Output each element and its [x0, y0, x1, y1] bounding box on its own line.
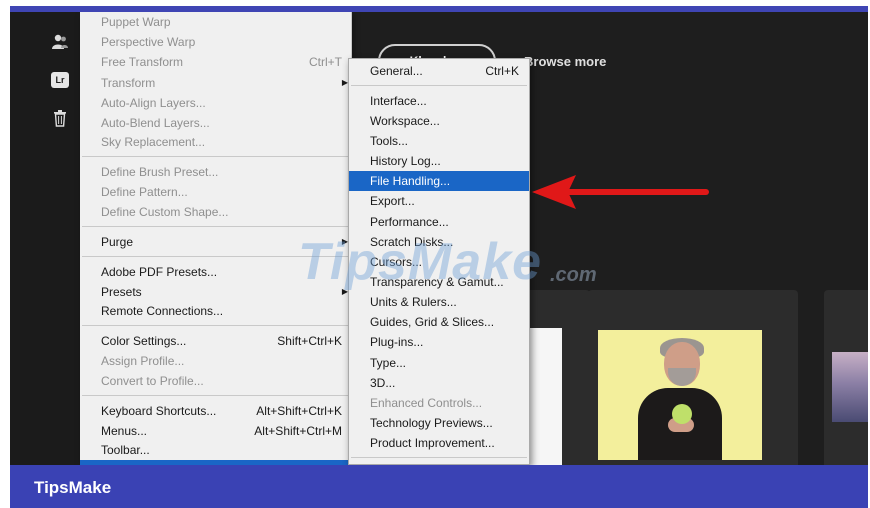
- submenu-item-transparency-gamut[interactable]: Transparency & Gamut...: [349, 272, 529, 292]
- submenu-item-enhanced-controls[interactable]: Enhanced Controls...: [349, 393, 529, 413]
- submenu-item-units-rulers[interactable]: Units & Rulers...: [349, 292, 529, 312]
- submenu-item-workspace[interactable]: Workspace...: [349, 111, 529, 131]
- submenu-item-3d[interactable]: 3D...: [349, 373, 529, 393]
- submenu-item-guides-grid-slices[interactable]: Guides, Grid & Slices...: [349, 312, 529, 332]
- menu-item-menus[interactable]: Menus... Alt+Shift+Ctrl+M: [80, 421, 352, 441]
- lightroom-label: Lr: [51, 72, 69, 88]
- menu-divider: [82, 325, 350, 326]
- browse-more-link[interactable]: Browse more: [524, 54, 606, 69]
- submenu-item-export[interactable]: Export...: [349, 191, 529, 211]
- submenu-item-history-log[interactable]: History Log...: [349, 151, 529, 171]
- menu-divider: [82, 156, 350, 157]
- menu-divider: [351, 457, 527, 458]
- edit-menu: Puppet Warp Perspective Warp Free Transf…: [80, 12, 352, 465]
- menu-item-toolbar[interactable]: Toolbar...: [80, 440, 352, 460]
- menu-item-transform[interactable]: Transform ▶: [80, 73, 352, 93]
- left-toolbar: Lr: [10, 12, 80, 465]
- menu-item-convert-to-profile[interactable]: Convert to Profile...: [80, 371, 352, 391]
- footer-brand: TipsMake: [34, 478, 112, 497]
- menu-item-define-pattern[interactable]: Define Pattern...: [80, 182, 352, 202]
- submenu-item-type[interactable]: Type...: [349, 353, 529, 373]
- red-arrow-icon: [532, 175, 709, 209]
- submenu-item-cursors[interactable]: Cursors...: [349, 252, 529, 272]
- people-icon[interactable]: [50, 32, 70, 52]
- submenu-item-performance[interactable]: Performance...: [349, 212, 529, 232]
- menu-item-auto-align-layers[interactable]: Auto-Align Layers...: [80, 93, 352, 113]
- shortcut-label: Alt+Shift+Ctrl+M: [254, 424, 342, 438]
- menu-item-remote-connections[interactable]: Remote Connections...: [80, 301, 352, 321]
- screenshot-frame: Lr Khoa học Browse more: [0, 0, 870, 508]
- submenu-item-technology-previews[interactable]: Technology Previews...: [349, 413, 529, 433]
- menu-item-purge[interactable]: Purge ▶: [80, 232, 352, 252]
- menu-item-presets[interactable]: Presets ▶: [80, 282, 352, 302]
- recent-file-thumbnail: [832, 352, 868, 422]
- submenu-item-general[interactable]: General... Ctrl+K: [349, 61, 529, 81]
- recent-file-card[interactable]: [824, 290, 868, 465]
- trash-icon[interactable]: [50, 108, 70, 128]
- menu-item-perspective-warp[interactable]: Perspective Warp: [80, 32, 352, 52]
- submenu-item-interface[interactable]: Interface...: [349, 91, 529, 111]
- menu-item-sky-replacement[interactable]: Sky Replacement...: [80, 132, 352, 152]
- apple-prop: [672, 404, 692, 424]
- footer-banner: TipsMake: [10, 465, 868, 508]
- menu-item-adobe-pdf-presets[interactable]: Adobe PDF Presets...: [80, 262, 352, 282]
- watermark-suffix: .com: [550, 264, 597, 286]
- shortcut-label: Alt+Shift+Ctrl+K: [256, 404, 342, 418]
- shortcut-label: Ctrl+K: [485, 64, 519, 78]
- menu-divider: [82, 226, 350, 227]
- menu-divider: [82, 395, 350, 396]
- menu-item-puppet-warp[interactable]: Puppet Warp: [80, 12, 352, 32]
- recent-file-thumbnail: [598, 330, 762, 460]
- shortcut-label: Ctrl+T: [309, 55, 342, 69]
- lightroom-icon[interactable]: Lr: [50, 70, 70, 90]
- menu-item-assign-profile[interactable]: Assign Profile...: [80, 351, 352, 371]
- submenu-item-product-improvement[interactable]: Product Improvement...: [349, 433, 529, 453]
- menu-item-color-settings[interactable]: Color Settings... Shift+Ctrl+K: [80, 331, 352, 351]
- submenu-item-scratch-disks[interactable]: Scratch Disks...: [349, 232, 529, 252]
- preferences-submenu: General... Ctrl+K Interface... Workspace…: [348, 58, 530, 465]
- menu-item-auto-blend-layers[interactable]: Auto-Blend Layers...: [80, 113, 352, 133]
- menu-divider: [82, 256, 350, 257]
- menu-item-define-brush-preset[interactable]: Define Brush Preset...: [80, 162, 352, 182]
- menu-item-keyboard-shortcuts[interactable]: Keyboard Shortcuts... Alt+Shift+Ctrl+K: [80, 401, 352, 421]
- photoshop-window: Lr Khoa học Browse more: [10, 12, 868, 465]
- recent-file-card[interactable]: [588, 290, 798, 465]
- submenu-item-file-handling[interactable]: File Handling...: [349, 171, 529, 191]
- menu-divider: [351, 85, 527, 86]
- submenu-item-tools[interactable]: Tools...: [349, 131, 529, 151]
- submenu-item-plug-ins[interactable]: Plug-ins...: [349, 332, 529, 352]
- shortcut-label: Shift+Ctrl+K: [277, 334, 342, 348]
- menu-item-define-custom-shape[interactable]: Define Custom Shape...: [80, 202, 352, 222]
- menu-item-free-transform[interactable]: Free Transform Ctrl+T: [80, 52, 352, 72]
